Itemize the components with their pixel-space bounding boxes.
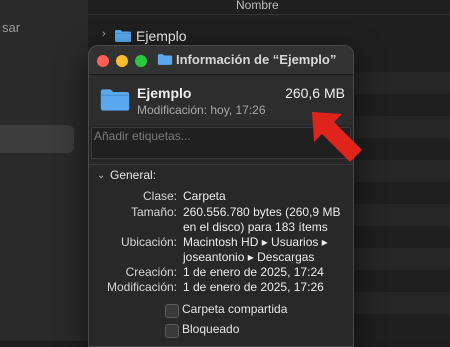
created-value: 1 de enero de 2025, 17:24 [183,265,324,279]
locked-checkbox[interactable] [165,324,179,338]
shared-folder-checkbox[interactable] [165,304,179,318]
minimize-button[interactable] [116,55,128,67]
item-name: Ejemplo [137,85,192,101]
created-label: Creación: [125,265,177,279]
sidebar-partial-text: sar [2,20,21,35]
folder-icon [157,53,173,71]
tags-placeholder: Añadir etiquetas... [94,129,191,143]
sidebar-selected-item[interactable] [0,125,74,153]
window-title: Información de “Ejemplo” [176,52,337,67]
list-stripe [352,204,450,226]
list-item-name: Ejemplo [136,28,187,44]
item-modified: Modificación: hoy, 17:26 [137,103,266,117]
list-stripe [352,72,450,94]
list-stripe [352,292,450,314]
red-arrow-annotation [312,112,362,162]
size-value: 260.556.780 bytes (260,9 MB [183,205,341,219]
zoom-button[interactable] [135,55,147,67]
close-button[interactable] [97,55,109,67]
folder-icon [99,87,131,118]
chevron-down-icon[interactable]: ⌄ [97,170,105,181]
finder-sidebar: sar [0,0,88,341]
item-size: 260,6 MB [285,85,345,101]
kind-label: Clase: [142,189,177,203]
location-label: Ubicación: [120,235,177,249]
modified-label: Modificación: [106,280,177,294]
list-item[interactable]: › Ejemplo [88,25,450,47]
info-window: Información de “Ejemplo” Ejemplo 260,6 M… [88,45,354,347]
list-stripe [352,248,450,270]
title-bar[interactable]: Información de “Ejemplo” [89,46,353,75]
location-value-cont: joseantonio ▸ Descargas [183,250,315,264]
location-value: Macintosh HD ▸ Usuarios ▸ [183,235,328,249]
column-header: Nombre [88,0,450,15]
column-header-nombre[interactable]: Nombre [236,0,279,12]
general-section-toggle[interactable]: General: [110,168,156,182]
shared-folder-label[interactable]: Carpeta compartida [182,302,287,316]
size-label: Tamaño: [130,205,177,219]
kind-value: Carpeta [183,189,226,203]
size-value-cont: en el disco) para 183 ítems [183,220,328,234]
modified-value: 1 de enero de 2025, 17:26 [183,280,324,294]
chevron-right-icon[interactable]: › [102,28,106,40]
locked-label[interactable]: Bloqueado [182,322,239,336]
